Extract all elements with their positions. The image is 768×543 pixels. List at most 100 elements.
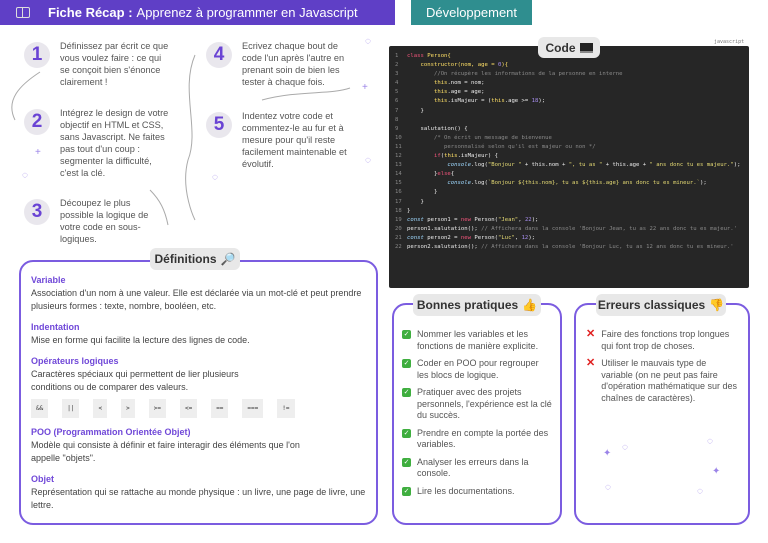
code-token: new — [460, 216, 475, 223]
line-number: 16 — [395, 189, 402, 196]
check-icon: ✓ — [402, 359, 411, 368]
code-token: this — [407, 98, 448, 105]
sparkle-icon: ◌ — [697, 486, 703, 497]
line-number: 8 — [395, 116, 399, 123]
code-token: ){ — [501, 62, 509, 69]
code-token: class — [407, 53, 428, 59]
code-line: 3 //On récupère les informations de la p… — [395, 70, 743, 79]
code-token: } — [407, 107, 424, 114]
line-number: 12 — [395, 153, 402, 160]
laptop-icon — [579, 42, 593, 53]
code-token: this — [407, 89, 448, 96]
code-token: " ans donc tu es majeur." — [649, 162, 734, 169]
definitions-title-text: Définitions — [154, 252, 217, 266]
code-line: 9 salutation() { — [395, 125, 743, 134]
category-tag[interactable]: Développement — [411, 0, 532, 25]
code-line: 18} — [395, 207, 743, 216]
code-line: 12 if(this.isMajeur) { — [395, 152, 743, 161]
line-number: 4 — [395, 80, 399, 87]
error-item: ✕ Faire des fonctions trop longues qui fo… — [586, 329, 738, 352]
operators-list: && || < > >= <= == === != — [31, 399, 366, 418]
sparkle-icon: + — [35, 147, 41, 158]
line-number: 18 — [395, 207, 402, 214]
check-icon: ✓ — [402, 330, 411, 339]
good-practice-item: ✓ Pratiquer avec des projets personnels, … — [402, 387, 552, 422]
code-token: person2.salutation(); — [407, 243, 482, 250]
good-practices-title: Bonnes pratiques 👍 — [413, 294, 541, 316]
good-practice-item: ✓ Prendre en compte la portée des variabl… — [402, 428, 552, 451]
code-token: console — [407, 162, 471, 169]
code-token: else — [437, 171, 451, 178]
code-token: `Bonjour ${this.nom}, tu as ${this.age} … — [487, 180, 701, 187]
code-token: , — [518, 216, 525, 223]
code-line: 21 const person2 = new Person("Luc", 12); — [395, 234, 743, 243]
operator-chip: > — [121, 399, 135, 418]
code-token: new — [460, 234, 475, 241]
code-token: /* On écrit un message de bienvenue — [407, 134, 552, 141]
sparkle-icon: ✦ — [712, 466, 721, 477]
definition-term: POO (Programmation Orientée Objet) — [31, 427, 191, 437]
code-token: const — [407, 234, 428, 241]
definitions-box: Variable Association d'un nom à une valeu… — [19, 260, 378, 525]
item-text: Lire les documentations. — [417, 485, 515, 496]
good-practices-title-text: Bonnes pratiques — [416, 298, 519, 312]
code-token: ); — [528, 234, 536, 241]
line-number: 21 — [395, 234, 402, 241]
item-text: Analyser les erreurs dans la console. — [417, 456, 529, 479]
operator-chip: < — [93, 399, 108, 418]
code-token: this — [444, 153, 458, 160]
thumbs-up-icon: 👍 — [522, 298, 538, 312]
code-token: + this.age + — [602, 162, 650, 169]
code-line: 8 — [395, 116, 743, 125]
definition-term: Opérateurs logiques — [31, 356, 119, 366]
definition-text: Représentation qui se rattache au monde … — [31, 487, 366, 510]
code-token: .isMajeur = ( — [447, 98, 492, 105]
item-text: Prendre en compte la portée des variable… — [417, 427, 549, 450]
code-token: + this.nom + — [521, 162, 569, 169]
definition-text: Caractères spéciaux qui permettent de li… — [31, 369, 239, 392]
common-errors-title-text: Erreurs classiques — [597, 298, 706, 312]
cross-icon: ✕ — [586, 328, 596, 340]
line-number: 7 — [395, 107, 399, 114]
code-token: .isMajeur) { — [457, 153, 498, 160]
sparkle-icon: ◌ — [22, 170, 28, 181]
common-errors-box: ✕ Faire des fonctions trop longues qui fo… — [574, 303, 750, 525]
code-token: const — [407, 216, 428, 223]
code-token: Person( — [474, 216, 498, 223]
code-token: , — [514, 234, 522, 241]
operator-chip: == — [211, 399, 229, 418]
code-token: salutation() { — [407, 125, 468, 132]
line-number: 22 — [395, 243, 402, 250]
code-language: javascript — [714, 39, 745, 45]
sparkle-icon: ✦ — [603, 448, 612, 459]
good-practice-item: ✓ Lire les documentations. — [402, 486, 552, 498]
code-token: { — [450, 171, 455, 178]
code-line: 22 person2.salutation(); // Affichera dan… — [395, 243, 743, 252]
error-item: ✕ Utiliser le mauvais type de variable (o… — [586, 358, 738, 404]
code-token: ); — [700, 180, 707, 187]
code-label-text: Code — [545, 40, 576, 55]
code-line: 4 this.nom = nom; — [395, 79, 743, 88]
code-token: } — [407, 171, 438, 178]
item-text: Pratiquer avec des projets personnels, l… — [417, 387, 552, 420]
common-errors-title: Erreurs classiques 👎 — [596, 294, 726, 316]
code-line: 15 console.log(`Bonjour ${this.nom}, tu … — [395, 179, 743, 188]
line-number: 13 — [395, 162, 402, 169]
code-line: 5 this.age = age; — [395, 88, 743, 97]
good-practice-item: ✓ Nommer les variables et les fonctions d… — [402, 329, 552, 352]
code-token: } — [407, 189, 438, 196]
code-token: if — [407, 153, 441, 160]
code-token: person2 = — [427, 234, 461, 241]
check-icon: ✓ — [402, 486, 411, 496]
operator-chip: <= — [179, 399, 198, 418]
code-block: 1 class Person{2 constructor(nom, age = 0… — [389, 46, 749, 288]
definition-term: Variable — [31, 275, 66, 285]
item-text: Coder en POO pour regrouper les blocs de… — [417, 358, 539, 380]
code-token: ", tu as " — [568, 162, 603, 169]
code-label: Code — [538, 37, 600, 58]
line-number: 11 — [395, 143, 402, 150]
definition-text: Mise en forme qui facilite la lecture de… — [31, 335, 250, 345]
code-line: 2 constructor(nom, age = 0){ — [395, 61, 743, 70]
code-line: 14 }else{ — [395, 170, 743, 179]
code-token: person1.salutation(); — [407, 225, 482, 232]
